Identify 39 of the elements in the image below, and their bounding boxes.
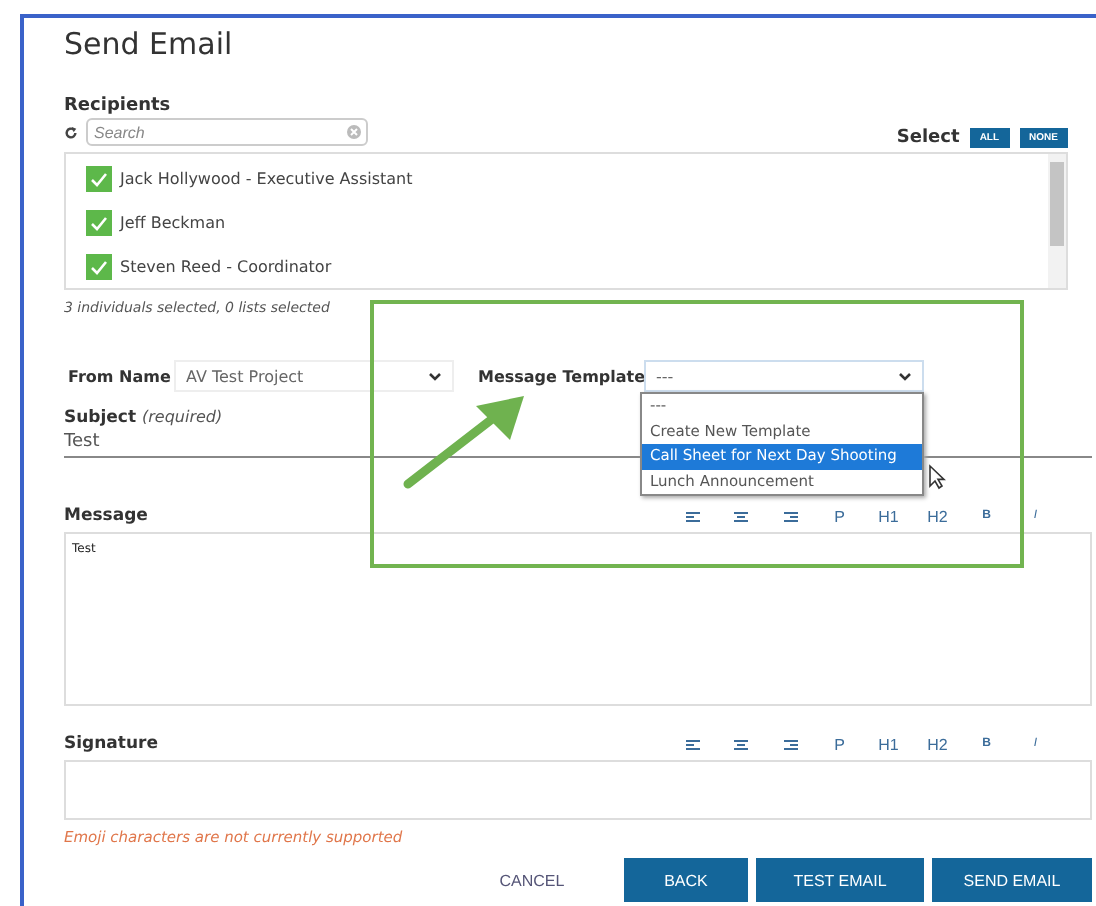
format-tool[interactable]: H2	[913, 735, 962, 753]
recipient-name: Jack Hollywood - Executive Assistant	[120, 170, 413, 188]
message-template-label: Message Template	[478, 367, 644, 385]
subject-label: Subject (required)	[64, 408, 223, 428]
checkbox[interactable]	[86, 210, 112, 236]
message-template-select[interactable]: ---	[644, 360, 924, 392]
align-right-icon[interactable]	[783, 510, 798, 522]
format-tool[interactable]: P	[815, 507, 864, 525]
message-label: Message	[64, 506, 148, 526]
align-left-icon[interactable]	[685, 738, 700, 750]
select-label: Select	[896, 128, 960, 148]
format-tool[interactable]: H2	[913, 507, 962, 525]
checkbox[interactable]	[86, 166, 112, 192]
action-button[interactable]: BACK	[624, 858, 748, 902]
align-center-icon[interactable]	[734, 738, 749, 750]
from-name-label: From Name	[68, 367, 173, 385]
align-left-icon[interactable]	[685, 510, 700, 522]
mouse-cursor-icon	[928, 464, 946, 490]
chevron-down-icon	[428, 371, 442, 381]
action-button[interactable]: TEST EMAIL	[756, 858, 924, 902]
pointer-arrow	[400, 392, 530, 492]
dialog-title: Send Email	[64, 26, 235, 62]
checkbox[interactable]	[86, 254, 112, 280]
format-tool[interactable]: P	[815, 735, 864, 753]
align-right-icon[interactable]	[783, 738, 798, 750]
from-name-select[interactable]: AV Test Project	[174, 360, 454, 392]
recipient-name: Jeff Beckman	[120, 214, 226, 232]
cancel-button[interactable]: CANCEL	[472, 858, 592, 902]
refresh-icon[interactable]	[64, 125, 78, 139]
scrollbar[interactable]	[1048, 154, 1066, 288]
format-tool[interactable]: H1	[864, 507, 913, 525]
recipient-name: Steven Reed - Coordinator	[120, 258, 332, 276]
chevron-down-icon	[898, 371, 912, 381]
signature-label: Signature	[64, 734, 158, 754]
align-center-icon[interactable]	[734, 510, 749, 522]
format-tool[interactable]: H1	[864, 735, 913, 753]
recipients-label: Recipients	[64, 96, 173, 116]
search-field[interactable]: Search	[86, 118, 368, 146]
action-button[interactable]: SEND EMAIL	[932, 858, 1092, 902]
